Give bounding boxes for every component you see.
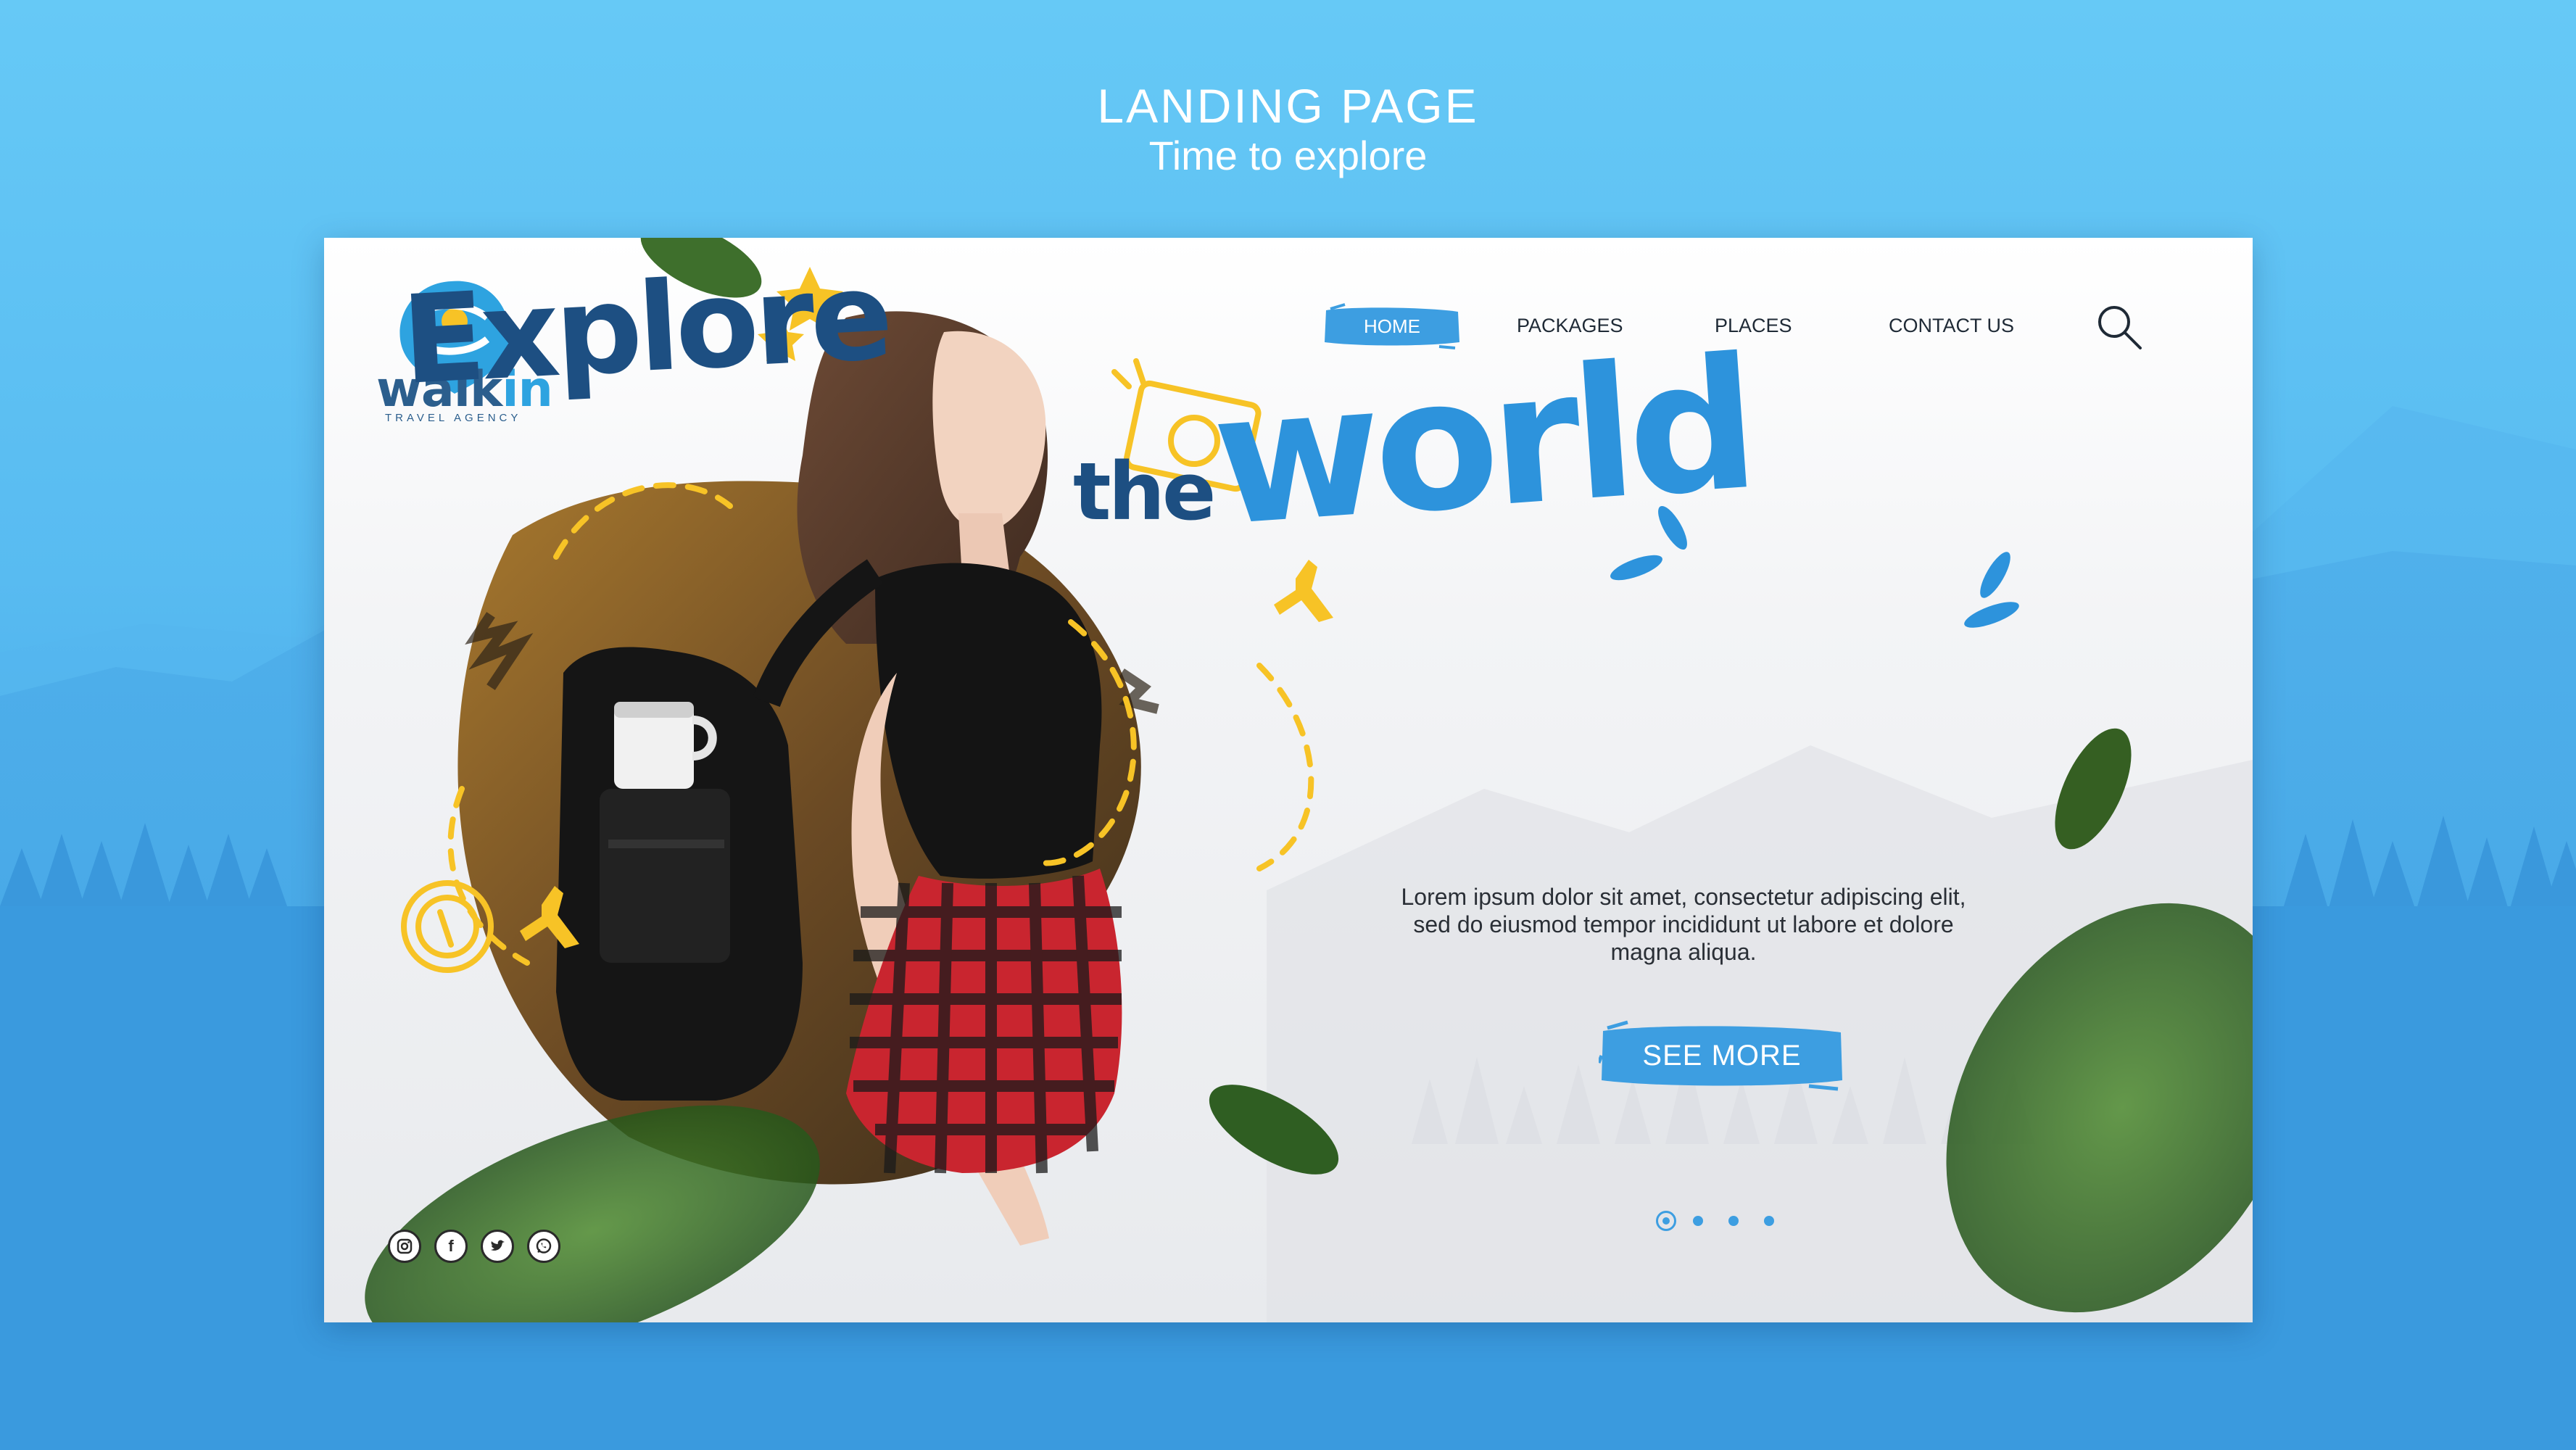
facebook-icon: f xyxy=(448,1237,454,1255)
landing-page-mockup: walkin TRAVEL AGENCY HOME PACKAGES PLACE… xyxy=(324,238,2253,1322)
nav-home-label: HOME xyxy=(1364,315,1420,337)
hero-scene xyxy=(365,238,2253,1322)
whatsapp-link[interactable] xyxy=(527,1230,560,1263)
nav-contact-us[interactable]: CONTACT US xyxy=(1889,315,2014,337)
facebook-link[interactable]: f xyxy=(434,1230,468,1263)
brand-tagline: TRAVEL AGENCY xyxy=(385,412,522,424)
nav-packages[interactable]: PACKAGES xyxy=(1517,315,1623,337)
page-subheading: Time to explore xyxy=(1148,133,1428,178)
brand-name: walk xyxy=(376,361,502,418)
instagram-icon xyxy=(397,1238,413,1254)
slider-dot-4[interactable] xyxy=(1764,1216,1774,1226)
see-more-button[interactable]: SEE MORE xyxy=(1599,1019,1845,1092)
nav-places[interactable]: PLACES xyxy=(1715,315,1792,337)
instagram-link[interactable] xyxy=(388,1230,421,1263)
brand-name-accent: in xyxy=(502,361,553,418)
search-button[interactable] xyxy=(2095,303,2143,351)
slider-dot-2[interactable] xyxy=(1693,1216,1703,1226)
see-more-label: SEE MORE xyxy=(1642,1040,1802,1072)
page-heading: LANDING PAGE xyxy=(1097,79,1479,133)
twitter-link[interactable] xyxy=(481,1230,514,1263)
slider-dot-1[interactable] xyxy=(1656,1211,1676,1231)
slider-dot-3[interactable] xyxy=(1728,1216,1739,1226)
hero-description: Lorem ipsum dolor sit amet, consectetur … xyxy=(1401,884,1966,965)
whatsapp-icon xyxy=(536,1238,552,1254)
brand-wordmark[interactable]: walkin xyxy=(376,361,553,418)
twitter-icon xyxy=(491,1240,505,1251)
nav-home[interactable]: HOME xyxy=(1323,303,1461,349)
slider-pagination xyxy=(1656,1207,1774,1236)
search-icon xyxy=(2098,306,2142,349)
